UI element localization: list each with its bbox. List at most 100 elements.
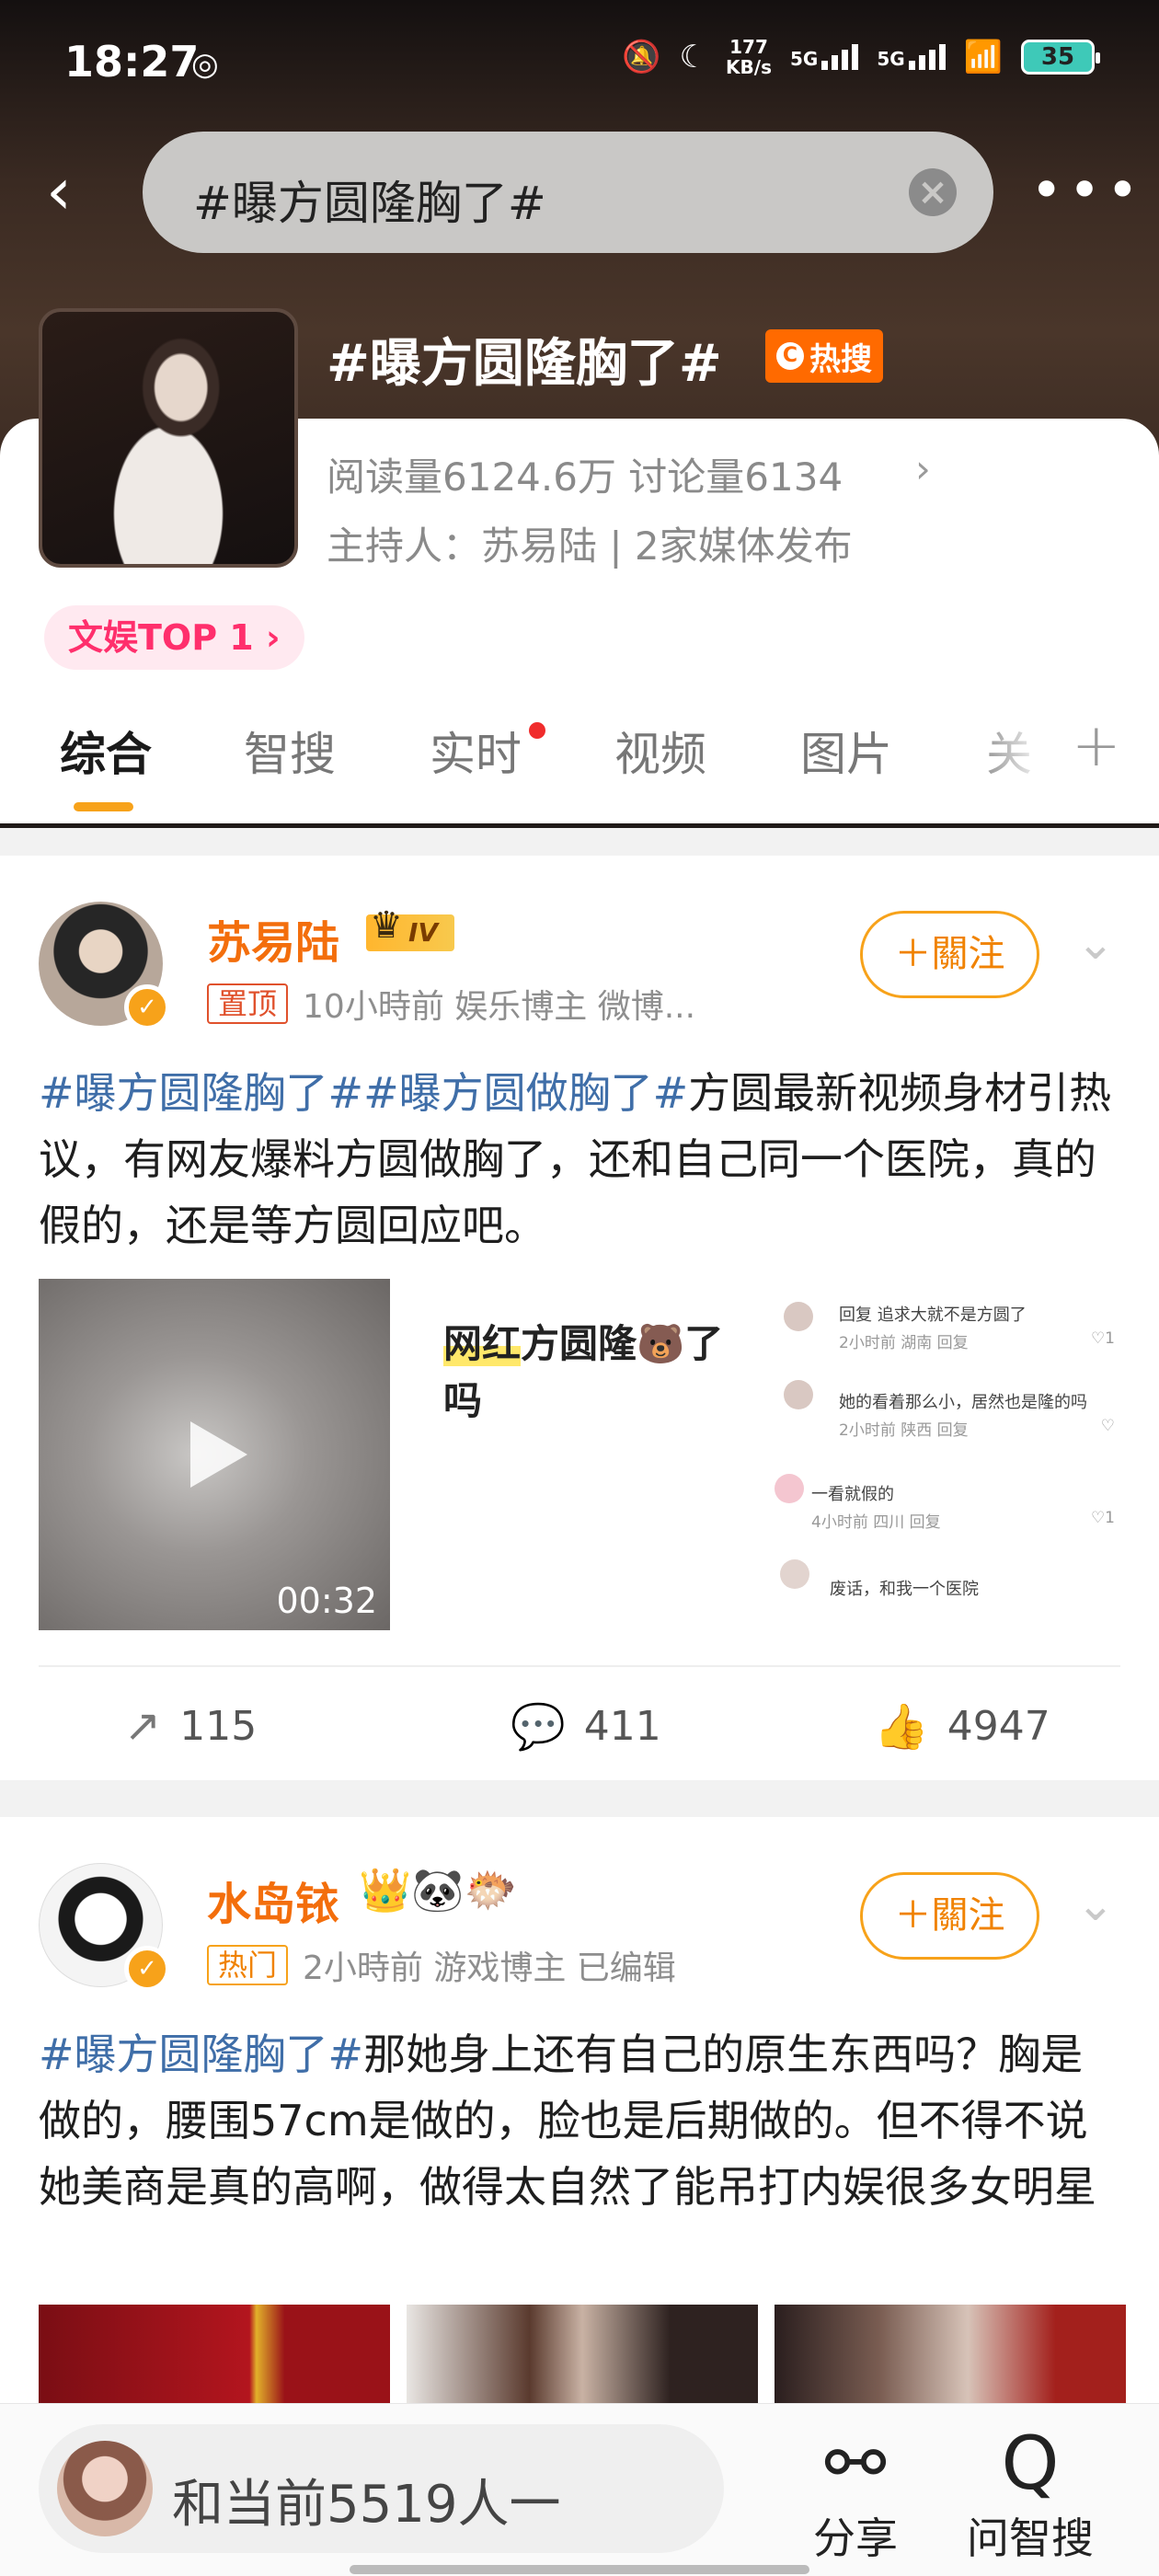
topic-host[interactable]: 主持人：苏易陆 | 2家媒体发布 (327, 515, 853, 571)
post-hashtags[interactable]: #曝方圆隆胸了##曝方圆做胸了# (39, 1068, 688, 1118)
chevron-down-icon[interactable]: ⌄ (1076, 920, 1131, 966)
rank-badge[interactable]: 文娱TOP 1 › (44, 605, 304, 670)
like-button[interactable]: 👍 4947 (874, 1700, 1050, 1753)
post-card[interactable]: ✓ 苏易陆 IV 置顶 10小時前 娱乐博主 微博... ＋關注 ⌄ #曝方圆隆… (0, 856, 1159, 1780)
hot-icon: C (776, 342, 804, 370)
active-tab-indicator (74, 802, 133, 811)
add-tab-icon[interactable]: + (1072, 712, 1121, 780)
badge-icons: 👑🐼🐡 (359, 1865, 517, 1915)
post-image[interactable] (775, 2305, 1126, 2406)
post-time-source: 2小時前 游戏博主 已编辑 (303, 1949, 676, 1987)
topic-cover-image[interactable] (39, 308, 298, 568)
hot-search-badge[interactable]: C 热搜 (765, 329, 883, 383)
level-badge: IV (366, 907, 455, 955)
comment-text: 她的看着那么小，居然也是隆的吗 (839, 1393, 1087, 1412)
search-input[interactable]: #曝方圆隆胸了# × (143, 132, 993, 253)
user-name[interactable]: 苏易陆 (207, 906, 339, 971)
level-label: IV (366, 907, 455, 951)
wifi-icon: 📶 (963, 39, 1003, 75)
chevron-down-icon[interactable]: ⌄ (1076, 1881, 1131, 1927)
post-text[interactable]: #曝方圆隆胸了##曝方圆做胸了#方圆最新视频身材引热议，有网友爆料方圆做胸了，还… (39, 1060, 1124, 1259)
net-speed-value: 177 (729, 36, 768, 58)
status-time: 18:27 (64, 37, 200, 86)
comment-count: 411 (583, 1703, 661, 1750)
weibo-icon: ◎ (191, 46, 219, 83)
status-icons: 🔕 ☾ 177 KB/s 5G 5G 📶 35 (622, 37, 1100, 77)
comment-row: 她的看着那么小，居然也是隆的吗 2小时前 陕西 回复 ♡ (784, 1380, 1124, 1454)
post-card[interactable]: ✓ 水岛铱 👑🐼🐡 热门 2小時前 游戏博主 已编辑 ＋關注 ⌄ #曝方圆隆胸了… (0, 1817, 1159, 2406)
like-icon: 👍 (874, 1701, 929, 1753)
ask-smart-search-button[interactable]: Q 问智搜 (961, 2422, 1099, 2566)
video-thumbnail[interactable]: 00:32 (39, 1279, 390, 1630)
topic-stats[interactable]: 阅读量6124.6万 讨论量6134 (327, 446, 843, 502)
net-speed: 177 KB/s (726, 37, 772, 77)
tab-smart-search[interactable]: 智搜 (244, 718, 336, 784)
search-sparkle-icon: Q (1001, 2421, 1060, 2506)
comment-text: 一看就假的 (811, 1485, 894, 1504)
share-icon: ↗ (124, 1700, 162, 1752)
home-indicator[interactable] (350, 2565, 809, 2574)
post-images (39, 2305, 1142, 2406)
post-meta: 置顶 10小時前 娱乐博主 微博... (207, 980, 695, 1028)
signal-icon: 5G (789, 44, 859, 70)
comment-like: ♡ (1100, 1417, 1115, 1435)
comment-avatar (775, 1474, 804, 1503)
video-duration: 00:32 (276, 1581, 377, 1621)
comment-row: 废话，和我一个医院 (780, 1559, 1124, 1624)
share-icon: ⚯ (824, 2421, 887, 2506)
live-discussion-button[interactable]: 和当前5519人一 (39, 2424, 724, 2553)
share-button[interactable]: ⚯ 分享 (786, 2422, 924, 2566)
hot-label: 热搜 (809, 340, 872, 378)
comment-meta: 2小时前 湖南 回复 (839, 1334, 969, 1352)
signal-label-2: 5G (877, 48, 905, 70)
follow-button[interactable]: ＋關注 (860, 1872, 1039, 1960)
comment-like: ♡1 (1090, 1509, 1115, 1527)
comment-meta: 4小时前 四川 回复 (811, 1513, 941, 1532)
search-query: #曝方圆隆胸了# (193, 177, 546, 230)
mute-icon: 🔕 (622, 39, 661, 75)
image-caption: 网红方圆隆🐻了吗 (443, 1316, 738, 1430)
post-hashtags[interactable]: #曝方圆隆胸了# (39, 2030, 363, 2079)
comment-row: 回复 追求大就不是方圆了 2小时前 湖南 回复 ♡1 (784, 1302, 1124, 1366)
ask-label: 问智搜 (967, 2513, 1094, 2563)
live-discussion-text: 和当前5519人一 (172, 2475, 561, 2535)
divider (39, 1665, 1120, 1667)
clear-icon[interactable]: × (909, 168, 957, 216)
status-bar: 18:27 ◎ 🔕 ☾ 177 KB/s 5G 5G 📶 35 (0, 0, 1159, 120)
like-count: 4947 (947, 1703, 1050, 1750)
tab-realtime[interactable]: 实时 (430, 718, 522, 784)
battery-icon: 35 (1021, 40, 1100, 75)
comment-like: ♡1 (1090, 1329, 1115, 1348)
user-name[interactable]: 水岛铱 (207, 1868, 339, 1932)
post-image-3[interactable]: 回复 追求大就不是方圆了 2小时前 湖南 回复 ♡1 她的看着那么小，居然也是隆… (775, 1279, 1126, 1630)
back-icon[interactable]: ‹ (46, 155, 120, 228)
tab-images[interactable]: 图片 (800, 718, 892, 784)
repost-button[interactable]: ↗ 115 (124, 1700, 257, 1752)
tab-video[interactable]: 视频 (614, 718, 706, 784)
tab-overview[interactable]: 综合 (60, 718, 152, 784)
signal-label-1: 5G (789, 48, 819, 70)
chevron-right-icon[interactable]: › (915, 446, 931, 491)
comment-avatar (784, 1302, 813, 1331)
avatar (57, 2441, 153, 2536)
post-meta: 热门 2小時前 游戏博主 已编辑 (207, 1941, 676, 1989)
topic-title: #曝方圆隆胸了# (327, 334, 722, 394)
moon-icon: ☾ (679, 39, 708, 75)
comment-avatar (784, 1380, 813, 1409)
tab-bar: 综合 智搜 实时 视频 图片 关 + (0, 712, 1159, 819)
repost-count: 115 (179, 1702, 258, 1750)
verified-icon: ✓ (124, 1946, 170, 1992)
more-icon[interactable]: ••• (1030, 158, 1139, 223)
post-image[interactable] (407, 2305, 758, 2406)
follow-button[interactable]: ＋關注 (860, 911, 1039, 998)
post-image[interactable] (39, 2305, 390, 2406)
post-image-2[interactable]: 网红方圆隆🐻了吗 (407, 1279, 758, 1630)
comment-avatar (780, 1559, 809, 1589)
comment-button[interactable]: 💬 411 (511, 1700, 661, 1753)
play-icon[interactable] (190, 1421, 247, 1488)
post-text[interactable]: #曝方圆隆胸了#那她身上还有自己的原生东西吗？胸是做的，腰围57cm是做的，脸也… (39, 2021, 1124, 2220)
signal-icon-2: 5G (877, 44, 946, 70)
post-time-source: 10小時前 娱乐博主 微博... (303, 988, 696, 1026)
comment-text: 回复 追求大就不是方圆了 (839, 1305, 1027, 1325)
new-dot (529, 722, 545, 739)
